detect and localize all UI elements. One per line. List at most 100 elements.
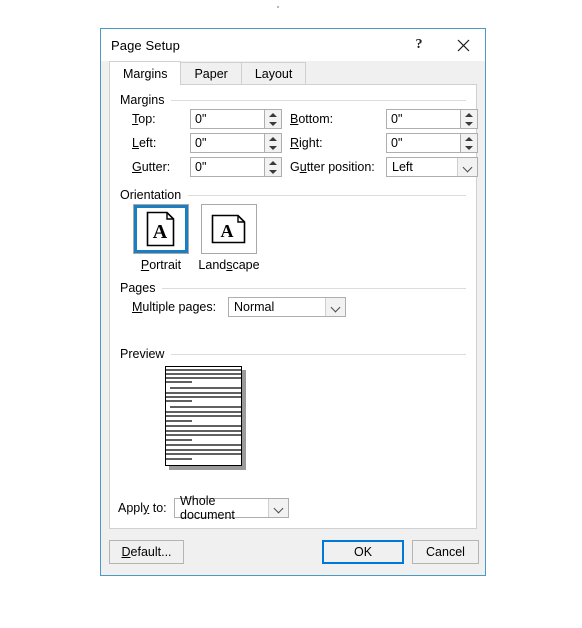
landscape-label: Landscape (198, 258, 260, 272)
tab-layout-label: Layout (254, 67, 293, 81)
right-spin-up[interactable] (461, 134, 477, 143)
default-button[interactable]: Default... (109, 540, 184, 564)
apply-to-value: Whole document (180, 494, 235, 522)
tab-strip: Margins Paper Layout (101, 61, 485, 85)
orientation-group-title: Orientation (120, 188, 182, 202)
right-spin-buttons[interactable] (460, 133, 478, 153)
page-setup-dialog: Page Setup ? Margins Paper Layout Margin… (100, 28, 486, 576)
title-bar: Page Setup ? (101, 29, 485, 61)
portrait-page-icon: A (146, 211, 175, 247)
triangle-up-icon (269, 112, 277, 117)
default-button-label: Default... (121, 545, 172, 559)
bottom-spin-down[interactable] (461, 119, 477, 128)
triangle-up-icon (465, 136, 473, 141)
group-divider (162, 287, 466, 289)
triangle-up-icon (269, 136, 277, 141)
tab-paper-label: Paper (194, 67, 228, 81)
landscape-icon-box[interactable]: A (201, 204, 257, 254)
orientation-portrait[interactable]: A Portrait (132, 204, 190, 272)
gutter-spin-up[interactable] (265, 158, 281, 167)
label-multiple-pages: Multiple pages: (132, 300, 217, 314)
bottom-spin-buttons[interactable] (460, 109, 478, 129)
top-spin-up[interactable] (265, 110, 281, 119)
tab-margins-label: Margins (123, 66, 168, 81)
triangle-down-icon (269, 169, 277, 174)
landscape-page-icon: A (211, 214, 246, 244)
question-mark-icon: ? (415, 37, 423, 52)
tab-layout[interactable]: Layout (240, 62, 307, 85)
field-right: Right: (290, 133, 323, 153)
left-margin-input[interactable]: 0" (190, 133, 264, 153)
multiple-pages-arrow[interactable] (325, 298, 345, 316)
window-title: Page Setup (111, 37, 180, 53)
gutter-position-value: Left (392, 160, 413, 174)
label-gutter-position: Gutter position: (290, 160, 375, 174)
portrait-icon-box[interactable]: A (133, 204, 189, 254)
portrait-label: Portrait (140, 258, 182, 272)
gutter-position-arrow[interactable] (457, 158, 477, 176)
tab-paper[interactable]: Paper (180, 62, 242, 85)
gutter-spinner[interactable]: 0" (190, 157, 282, 177)
label-gutter: Gutter: (132, 160, 171, 174)
triangle-down-icon (465, 145, 473, 150)
field-left: Left: (132, 133, 156, 153)
right-spin-down[interactable] (461, 143, 477, 152)
ok-button-label: OK (353, 545, 373, 559)
dialog-button-bar: Default... OK Cancel (101, 529, 485, 575)
group-divider (171, 99, 466, 101)
ok-button[interactable]: OK (322, 540, 404, 564)
left-spin-up[interactable] (265, 134, 281, 143)
orientation-options: A Portrait A Landscape (132, 204, 260, 272)
gutter-spin-buttons[interactable] (264, 157, 282, 177)
top-margin-spinner[interactable]: 0" (190, 109, 282, 129)
pages-group-title: Pages (120, 281, 156, 295)
orientation-group-header: Orientation (110, 188, 476, 202)
preview-group-title: Preview (120, 347, 165, 361)
cancel-button[interactable]: Cancel (412, 540, 479, 564)
svg-text:A: A (221, 221, 234, 241)
triangle-up-icon (465, 112, 473, 117)
left-spin-down[interactable] (265, 143, 281, 152)
bottom-spin-up[interactable] (461, 110, 477, 119)
field-top: Top: (132, 109, 156, 129)
top-margin-input[interactable]: 0" (190, 109, 264, 129)
field-apply-to: Apply to: (118, 498, 167, 518)
margins-group-title: Margins (120, 93, 165, 107)
multiple-pages-dropdown[interactable]: Normal (228, 297, 346, 317)
gutter-position-dropdown[interactable]: Left (386, 157, 478, 177)
triangle-down-icon (269, 145, 277, 150)
tab-margins[interactable]: Margins (109, 61, 182, 85)
gutter-input[interactable]: 0" (190, 157, 264, 177)
top-spin-buttons[interactable] (264, 109, 282, 129)
svg-text:A: A (153, 221, 168, 243)
top-spin-down[interactable] (265, 119, 281, 128)
triangle-down-icon (269, 121, 277, 126)
group-divider (171, 353, 466, 355)
label-bottom: Bottom: (290, 112, 334, 126)
triangle-up-icon (269, 160, 277, 165)
apply-to-arrow[interactable] (268, 499, 288, 517)
apply-to-dropdown[interactable]: Whole document (174, 494, 289, 522)
pages-group-header: Pages (110, 281, 476, 295)
group-divider (188, 194, 466, 196)
cancel-button-label: Cancel (426, 545, 465, 559)
page-preview (165, 366, 246, 470)
orientation-landscape[interactable]: A Landscape (198, 204, 260, 272)
field-gutter: Gutter: (132, 157, 170, 177)
preview-group-header: Preview (110, 347, 476, 361)
left-margin-spinner[interactable]: 0" (190, 133, 282, 153)
bottom-margin-spinner[interactable]: 0" (386, 109, 478, 129)
field-multiple-pages: Multiple pages: (132, 297, 216, 317)
bottom-margin-input[interactable]: 0" (386, 109, 460, 129)
multiple-pages-value: Normal (234, 300, 275, 314)
label-right: Right: (290, 136, 323, 150)
label-top: Top: (132, 112, 156, 126)
gutter-spin-down[interactable] (265, 167, 281, 176)
close-button[interactable] (441, 30, 485, 61)
help-button[interactable]: ? (397, 30, 441, 61)
right-margin-spinner[interactable]: 0" (386, 133, 478, 153)
right-margin-input[interactable]: 0" (386, 133, 460, 153)
chevron-down-icon (274, 504, 283, 513)
left-spin-buttons[interactable] (264, 133, 282, 153)
label-apply-to: Apply to: (118, 501, 167, 515)
